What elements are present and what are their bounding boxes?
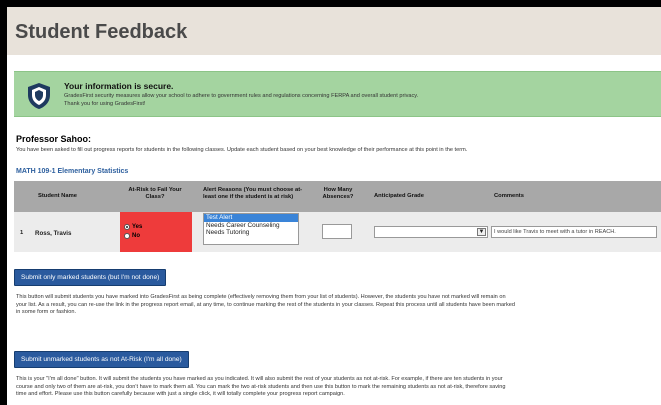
student-name: Ross, Travis <box>35 230 72 237</box>
at-risk-no-radio[interactable]: No <box>124 232 169 240</box>
header-alert-reasons: Alert Reasons (You must choose at- least… <box>203 187 303 200</box>
reason-option[interactable]: Needs Tutoring <box>204 229 298 237</box>
header-at-risk: At-Risk to Fail Your Class? <box>128 187 182 200</box>
course-title: MATH 109-1 Elementary Statistics <box>16 168 129 175</box>
header-anticipated-grade: Anticipated Grade <box>374 193 424 199</box>
header-absences: How Many Absences? <box>322 187 354 200</box>
row-number: 1 <box>20 230 24 236</box>
at-risk-no-label: No <box>132 233 140 239</box>
page: Student Feedback Your information is sec… <box>7 7 661 405</box>
table-row: 1 Ross, Travis Yes No Test Alert Needs C… <box>14 212 661 252</box>
submit-marked-button[interactable]: Submit only marked students (but I'm not… <box>14 269 167 286</box>
security-heading: Your information is secure. <box>64 81 174 91</box>
absences-input[interactable] <box>322 224 352 239</box>
shield-icon <box>28 83 50 109</box>
alert-reasons-list[interactable]: Test Alert Needs Career Counseling Needs… <box>203 213 299 245</box>
at-risk-cell: Yes No <box>120 212 192 252</box>
table-header: Student Name At-Risk to Fail Your Class?… <box>14 181 661 212</box>
header-student-name: Student Name <box>38 193 77 199</box>
intro-text: You have been asked to fill out progress… <box>16 147 468 153</box>
at-risk-yes-label: Yes <box>132 224 143 230</box>
at-risk-yes-radio[interactable]: Yes <box>124 223 169 231</box>
professor-name: Professor Sahoo: <box>16 134 92 144</box>
security-thanks: Thank you for using GradesFirst! <box>64 101 146 107</box>
header-comments: Comments <box>494 193 524 199</box>
reason-option[interactable]: Test Alert <box>204 214 298 222</box>
page-title: Student Feedback <box>15 21 188 43</box>
security-text: GradesFirst security measures allow your… <box>64 93 419 99</box>
submit-all-description: This is your "I'm all done" button. It w… <box>16 376 506 398</box>
submit-all-button[interactable]: Submit unmarked students as not At-Risk … <box>14 351 189 368</box>
chevron-down-icon[interactable]: ▼ <box>477 228 486 236</box>
radio-unselected-icon[interactable] <box>124 233 130 239</box>
title-bar: Student Feedback <box>7 7 661 55</box>
submit-marked-description: This button will submit students you hav… <box>16 294 516 316</box>
radio-selected-icon[interactable] <box>124 224 130 230</box>
reason-option[interactable]: Needs Career Counseling <box>204 222 298 230</box>
comments-input[interactable]: I would like Travis to meet with a tutor… <box>491 226 657 238</box>
anticipated-grade-select[interactable]: ▼ <box>374 226 488 238</box>
security-notice: Your information is secure. GradesFirst … <box>14 71 661 117</box>
